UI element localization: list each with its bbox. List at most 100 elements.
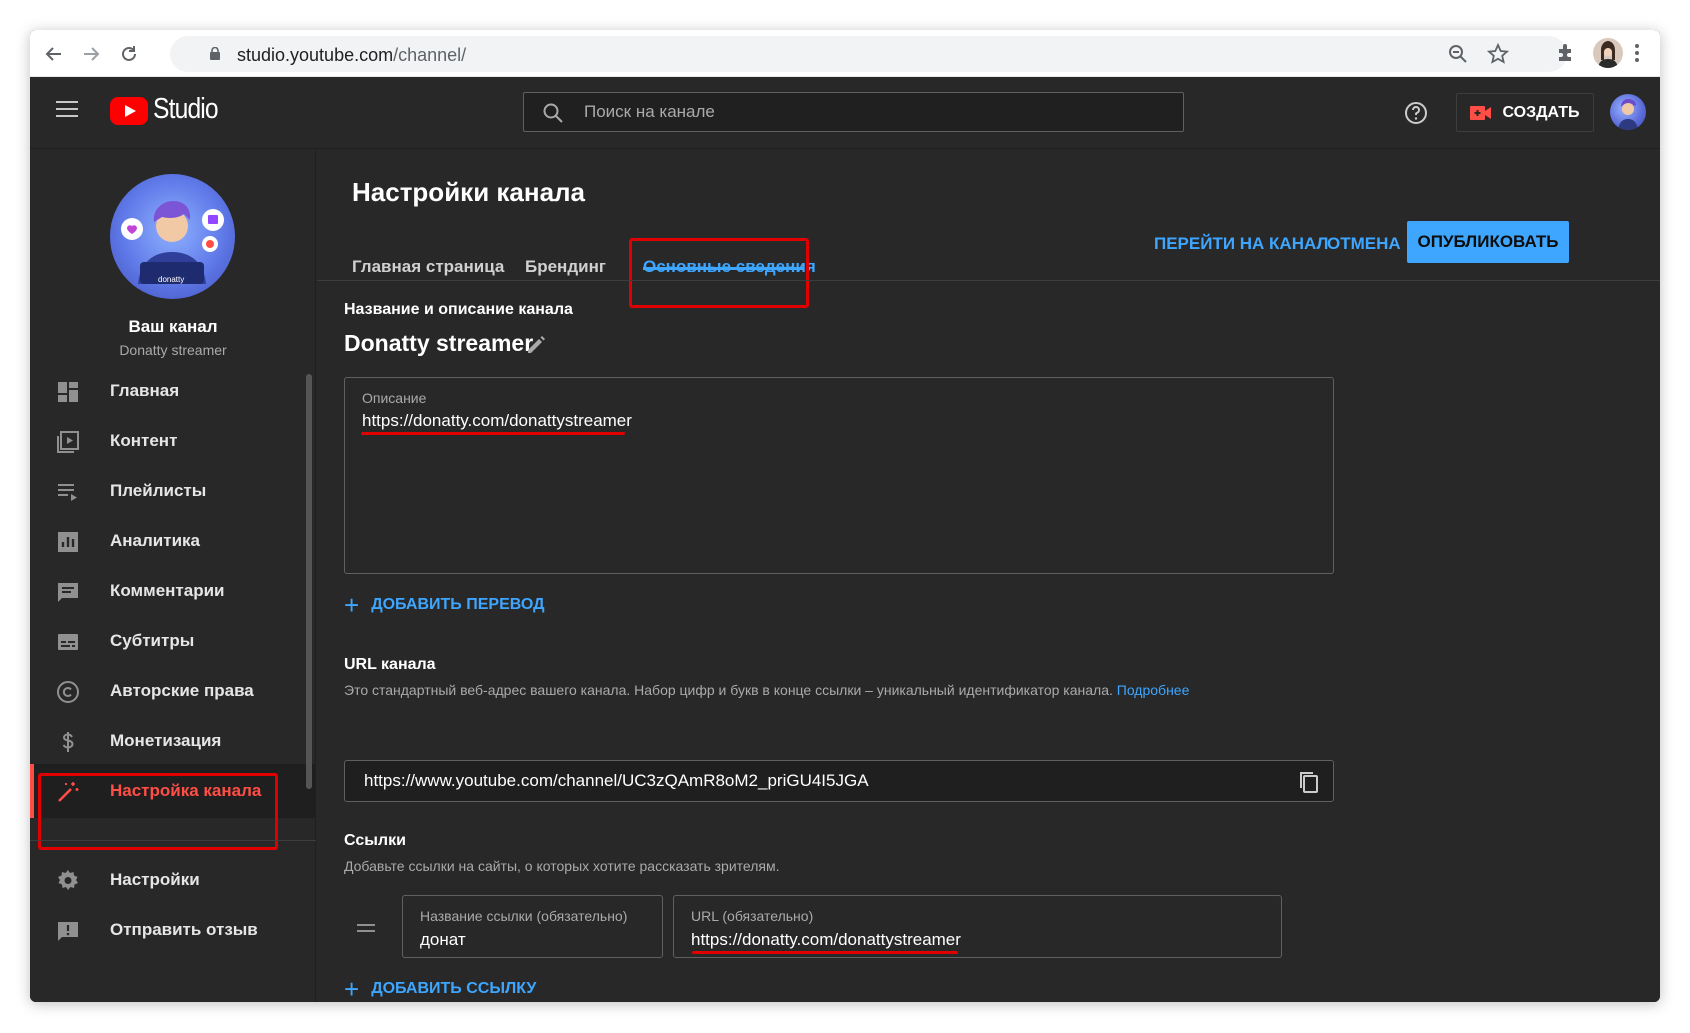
content-icon <box>57 431 79 453</box>
monetization-icon <box>62 732 74 752</box>
search-input[interactable] <box>584 93 1164 131</box>
tabs-divider <box>317 280 1660 281</box>
studio-header: Studio СОЗДАТЬ <box>30 77 1660 149</box>
help-icon[interactable] <box>1404 101 1428 125</box>
sidebar-item-label: Главная <box>110 381 180 400</box>
browser-toolbar: studio.youtube.com/channel/ <box>30 30 1660 77</box>
sidebar-item-label: Плейлисты <box>110 481 207 500</box>
menu-icon[interactable] <box>56 101 78 119</box>
channel-name: Donatty streamer <box>119 342 227 358</box>
annotation-underline <box>361 432 625 435</box>
sidebar-item-label: Аналитика <box>110 531 200 550</box>
sidebar-item-label: Монетизация <box>110 731 222 750</box>
tab-branding[interactable]: Брендинг <box>525 257 606 277</box>
browser-window: studio.youtube.com/channel/ Studio СОЗДА… <box>30 30 1660 1002</box>
page-title: Настройки канала <box>352 177 586 207</box>
sidebar-item-label: Субтитры <box>110 631 195 650</box>
sidebar: donatty Ваш канал Donatty streamer Главн… <box>30 149 316 1002</box>
name-description-heading: Название и описание канала <box>344 301 573 318</box>
sidebar-item-dashboard[interactable]: Главная <box>30 364 316 418</box>
sidebar-scrollbar[interactable] <box>306 374 312 789</box>
search-box[interactable] <box>523 92 1184 132</box>
add-translation-button[interactable]: + ДОБАВИТЬ ПЕРЕВОД <box>344 590 545 620</box>
video-camera-icon <box>1470 105 1492 120</box>
channel-name-display: Donatty streamer <box>344 330 534 356</box>
link-url-label: URL (обязательно) <box>691 908 814 924</box>
studio-logo-text[interactable]: Studio <box>153 93 219 126</box>
highlight-box-tab <box>629 238 809 308</box>
sidebar-divider <box>30 840 316 841</box>
back-icon[interactable] <box>40 40 68 68</box>
sidebar-item-label: Отправить отзыв <box>110 920 258 939</box>
lock-icon <box>210 47 220 60</box>
feedback-icon <box>58 922 78 941</box>
link-url-value[interactable]: https://donatty.com/donattystreamer <box>691 930 961 950</box>
link-url-field[interactable]: URL (обязательно) https://donatty.com/do… <box>673 895 1282 958</box>
sidebar-item-playlists[interactable]: Плейлисты <box>30 464 316 518</box>
annotation-underline <box>692 951 958 954</box>
learn-more-link[interactable]: Подробнее <box>1117 682 1190 698</box>
sidebar-item-label: Настройки <box>110 870 200 889</box>
svg-text:donatty: donatty <box>158 275 184 284</box>
links-heading: Ссылки <box>344 832 406 849</box>
analytics-icon <box>58 532 78 552</box>
drag-handle-icon[interactable] <box>357 923 375 933</box>
subtitles-icon <box>58 634 78 650</box>
add-link-button[interactable]: + ДОБАВИТЬ ССЫЛКУ <box>344 974 537 1002</box>
comments-icon <box>58 583 78 602</box>
gear-icon <box>58 870 78 890</box>
channel-url-value[interactable]: https://www.youtube.com/channel/UC3zQAmR… <box>364 771 869 791</box>
plus-icon: + <box>344 974 360 1002</box>
sidebar-item-analytics[interactable]: Аналитика <box>30 514 316 568</box>
sidebar-item-label: Комментарии <box>110 581 225 600</box>
youtube-logo-icon[interactable] <box>110 97 148 125</box>
links-help: Добавьте ссылки на сайты, о которых хоти… <box>344 858 780 874</box>
publish-button[interactable]: ОПУБЛИКОВАТЬ <box>1407 221 1569 263</box>
address-url[interactable]: studio.youtube.com/channel/ <box>237 45 466 66</box>
main-content: Настройки канала Главная страница Бренди… <box>317 149 1660 1002</box>
bookmark-star-icon[interactable] <box>1487 43 1509 65</box>
zoom-icon[interactable] <box>1447 43 1469 65</box>
sidebar-item-subtitles[interactable]: Субтитры <box>30 614 316 668</box>
extensions-icon[interactable] <box>1555 42 1577 64</box>
playlists-icon <box>58 484 77 501</box>
reload-icon[interactable] <box>115 40 143 68</box>
browser-profile-avatar[interactable] <box>1593 38 1623 68</box>
more-vert-icon[interactable] <box>1634 42 1640 64</box>
add-translation-label: ДОБАВИТЬ ПЕРЕВОД <box>371 596 545 613</box>
channel-title: Ваш канал <box>128 317 218 336</box>
dashboard-icon <box>58 382 78 402</box>
link-name-label: Название ссылки (обязательно) <box>420 908 628 924</box>
sidebar-item-feedback[interactable]: Отправить отзыв <box>30 903 316 957</box>
sidebar-item-copyright[interactable]: Авторские права <box>30 664 316 718</box>
sidebar-item-settings[interactable]: Настройки <box>30 853 316 907</box>
sidebar-item-label: Авторские права <box>110 681 254 700</box>
address-bar[interactable]: studio.youtube.com/channel/ <box>170 36 1567 72</box>
highlight-box-sidebar <box>38 773 278 850</box>
link-name-value[interactable]: донат <box>420 930 466 950</box>
edit-pencil-icon[interactable] <box>525 334 547 356</box>
description-value[interactable]: https://donatty.com/donattystreamer <box>362 411 632 431</box>
account-avatar[interactable] <box>1610 94 1646 130</box>
cancel-button[interactable]: ОТМЕНА <box>1327 234 1401 254</box>
link-name-field[interactable]: Название ссылки (обязательно) донат <box>402 895 663 958</box>
sidebar-item-content[interactable]: Контент <box>30 414 316 468</box>
tab-home[interactable]: Главная страница <box>352 257 504 277</box>
channel-avatar[interactable]: donatty <box>110 174 235 299</box>
description-label: Описание <box>362 390 427 406</box>
description-field[interactable]: Описание https://donatty.com/donattystre… <box>344 377 1334 574</box>
forward-icon[interactable] <box>77 40 105 68</box>
copy-icon[interactable] <box>1297 770 1321 794</box>
search-icon <box>543 103 563 123</box>
plus-icon: + <box>344 590 360 620</box>
sidebar-item-label: Контент <box>110 431 178 450</box>
sidebar-item-comments[interactable]: Комментарии <box>30 564 316 618</box>
channel-url-heading: URL канала <box>344 656 436 673</box>
sidebar-item-monetization[interactable]: Монетизация <box>30 714 316 768</box>
goto-channel-button[interactable]: ПЕРЕЙТИ НА КАНАЛ <box>1154 234 1328 254</box>
copyright-icon <box>57 681 79 703</box>
add-link-label: ДОБАВИТЬ ССЫЛКУ <box>371 980 537 997</box>
channel-url-help: Это стандартный веб-адрес вашего канала.… <box>344 682 1190 698</box>
create-button[interactable]: СОЗДАТЬ <box>1456 93 1594 132</box>
channel-url-field[interactable]: https://www.youtube.com/channel/UC3zQAmR… <box>344 760 1334 802</box>
